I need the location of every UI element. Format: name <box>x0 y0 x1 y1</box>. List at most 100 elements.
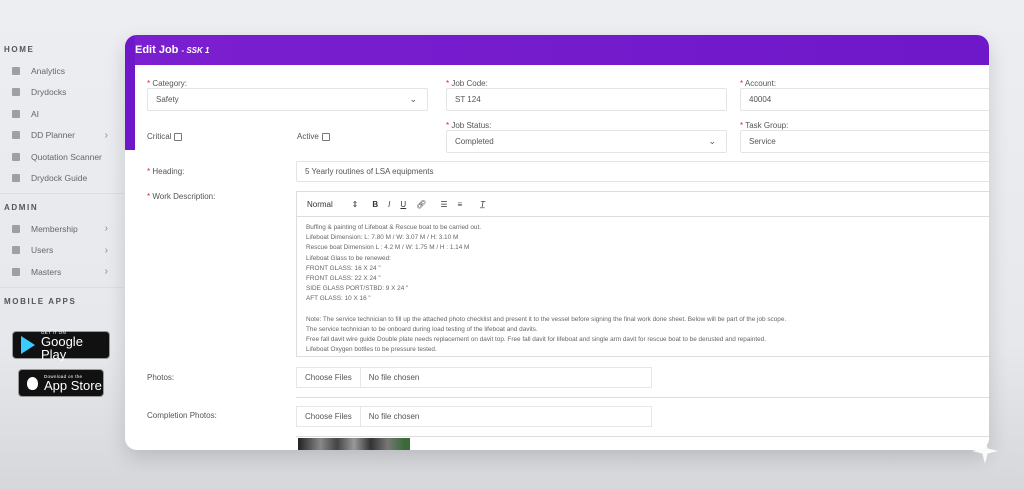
photo-thumbnail[interactable] <box>298 438 410 450</box>
description-line: Lifeboat Glass to be renewed: <box>306 254 391 262</box>
file-status: No file chosen <box>368 412 420 421</box>
sidebar-item-drydock-guide[interactable]: Drydock Guide <box>0 168 124 190</box>
chart-icon <box>12 66 20 75</box>
sidebar-item-dd-planner[interactable]: DD Planner › <box>0 125 124 147</box>
chevron-right-icon: › <box>104 266 108 278</box>
sidebar-item-ai[interactable]: AI <box>0 103 124 125</box>
file-status: No file chosen <box>368 373 420 382</box>
text: Work Description: <box>152 192 216 201</box>
google-play-icon <box>21 336 35 354</box>
section-admin: ADMIN <box>4 203 39 212</box>
badge-big: Google Play <box>41 333 83 362</box>
accent-strip <box>125 35 135 150</box>
label: Drydock Guide <box>31 173 88 184</box>
value: 40004 <box>749 95 772 104</box>
job-status-label: * Job Status: <box>446 121 492 130</box>
google-play-badge[interactable]: GET IT ON Google Play <box>12 330 110 362</box>
sidebar-item-analytics[interactable]: Analytics <box>0 60 124 82</box>
job-id: - SSK 1 <box>181 46 210 55</box>
description-line: Buffing & painting of Lifeboat & Rescue … <box>306 224 482 231</box>
chevron-right-icon: › <box>104 223 108 235</box>
choose-files-button[interactable]: Choose Files <box>297 407 361 426</box>
description-line: Note: The service technician to fill up … <box>306 315 787 323</box>
heading-input[interactable]: 5 Yearly routines of LSA equipments <box>296 161 989 182</box>
chevron-right-icon: › <box>104 129 108 141</box>
text: Task Group: <box>745 121 789 130</box>
sidebar-item-membership[interactable]: Membership › <box>0 218 124 240</box>
value: Safety <box>156 95 179 104</box>
format-select[interactable]: Normal ⇕ <box>307 200 358 209</box>
active-checkbox[interactable] <box>321 132 330 141</box>
critical-field[interactable]: Critical <box>147 132 183 141</box>
text: Job Status: <box>451 121 492 130</box>
description-line: AFT GLASS: 10 X 16 " <box>306 295 371 303</box>
sidebar-item-quotation-scanner[interactable]: Quotation Scanner <box>0 146 124 168</box>
text: Active <box>297 132 319 141</box>
edit-job-card: Edit Job - SSK 1 * Category: Safety ⌄ * J… <box>125 35 989 450</box>
guide-icon <box>12 174 20 183</box>
text: Job Code: <box>451 79 488 88</box>
link-icon[interactable]: 🔗︎ <box>416 200 426 209</box>
users-icon <box>12 246 20 255</box>
account-input[interactable]: 40004 <box>740 88 989 111</box>
job-code-input[interactable]: ST 124 <box>446 88 727 111</box>
chevron-down-icon: ⌄ <box>708 136 716 146</box>
sidebar-item-users[interactable]: Users › <box>0 240 124 262</box>
sidebar: HOME Analytics Drydocks AI DD Planner › Q… <box>0 40 124 490</box>
label: DD Planner <box>31 130 75 141</box>
job-status-select[interactable]: Completed ⌄ <box>446 130 727 153</box>
underline-icon[interactable]: U <box>400 200 406 209</box>
category-select[interactable]: Safety ⌄ <box>147 88 428 111</box>
choose-files-button[interactable]: Choose Files <box>297 368 361 387</box>
title-text: Edit Job <box>135 44 179 56</box>
page-title: Edit Job - SSK 1 <box>135 44 209 56</box>
ordered-list-icon[interactable]: ☰ <box>440 200 447 209</box>
value: Service <box>749 137 776 146</box>
heading-label: * Heading: <box>147 167 185 176</box>
description-line <box>306 305 986 315</box>
sidebar-item-drydocks[interactable]: Drydocks <box>0 82 124 104</box>
category-label: * Category: <box>147 79 188 88</box>
clear-format-icon[interactable]: T̲ <box>480 200 485 209</box>
text: Account: <box>744 79 777 88</box>
text: Category: <box>152 79 188 88</box>
value: 5 Yearly routines of LSA equipments <box>305 167 434 176</box>
label: Masters <box>31 266 62 277</box>
badge-big: App Store <box>44 378 102 393</box>
active-field[interactable]: Active <box>297 132 330 141</box>
description-line: The service technician to be onboard dur… <box>306 325 538 333</box>
work-description-label: * Work Description: <box>147 192 216 201</box>
description-line: Free fall davit wire guide Double plate … <box>306 336 767 344</box>
completion-photos-label: Completion Photos: <box>147 411 217 420</box>
italic-icon[interactable]: I <box>388 200 390 209</box>
app-store-badge[interactable]: Download on the App Store <box>18 369 104 397</box>
text: Critical <box>147 132 172 141</box>
completion-photos-file-input[interactable]: Choose Files No file chosen <box>296 406 652 427</box>
divider <box>296 436 989 437</box>
job-code-label: * Job Code: <box>446 79 488 88</box>
apple-icon <box>27 376 38 390</box>
label: Users <box>31 245 54 256</box>
chevron-down-icon: ⌄ <box>409 94 417 104</box>
scanner-icon <box>12 152 20 161</box>
header-band <box>125 35 989 65</box>
photos-label: Photos: <box>147 373 175 382</box>
work-description-editor[interactable]: Normal ⇕ B I U 🔗︎ ☰ ≡ T̲ Buffing & paint… <box>296 191 989 357</box>
critical-checkbox[interactable] <box>174 132 183 141</box>
editor-content[interactable]: Buffing & painting of Lifeboat & Rescue … <box>297 217 989 361</box>
label: Quotation Scanner <box>31 151 102 162</box>
divider <box>296 397 989 398</box>
bold-icon[interactable]: B <box>372 200 378 209</box>
ai-icon <box>12 109 20 118</box>
photos-file-input[interactable]: Choose Files No file chosen <box>296 367 652 388</box>
ship-icon <box>12 88 20 97</box>
divider <box>0 193 124 194</box>
label: Analytics <box>31 65 66 76</box>
account-label: * Account: <box>740 79 777 88</box>
sidebar-item-masters[interactable]: Masters › <box>0 261 124 283</box>
task-group-label: * Task Group: <box>740 121 789 130</box>
description-line: Lifeboat Oxygen bottles to be pressure t… <box>306 346 437 354</box>
text: Heading: <box>152 167 185 176</box>
task-group-select[interactable]: Service <box>740 130 989 153</box>
bullet-list-icon[interactable]: ≡ <box>458 200 463 209</box>
